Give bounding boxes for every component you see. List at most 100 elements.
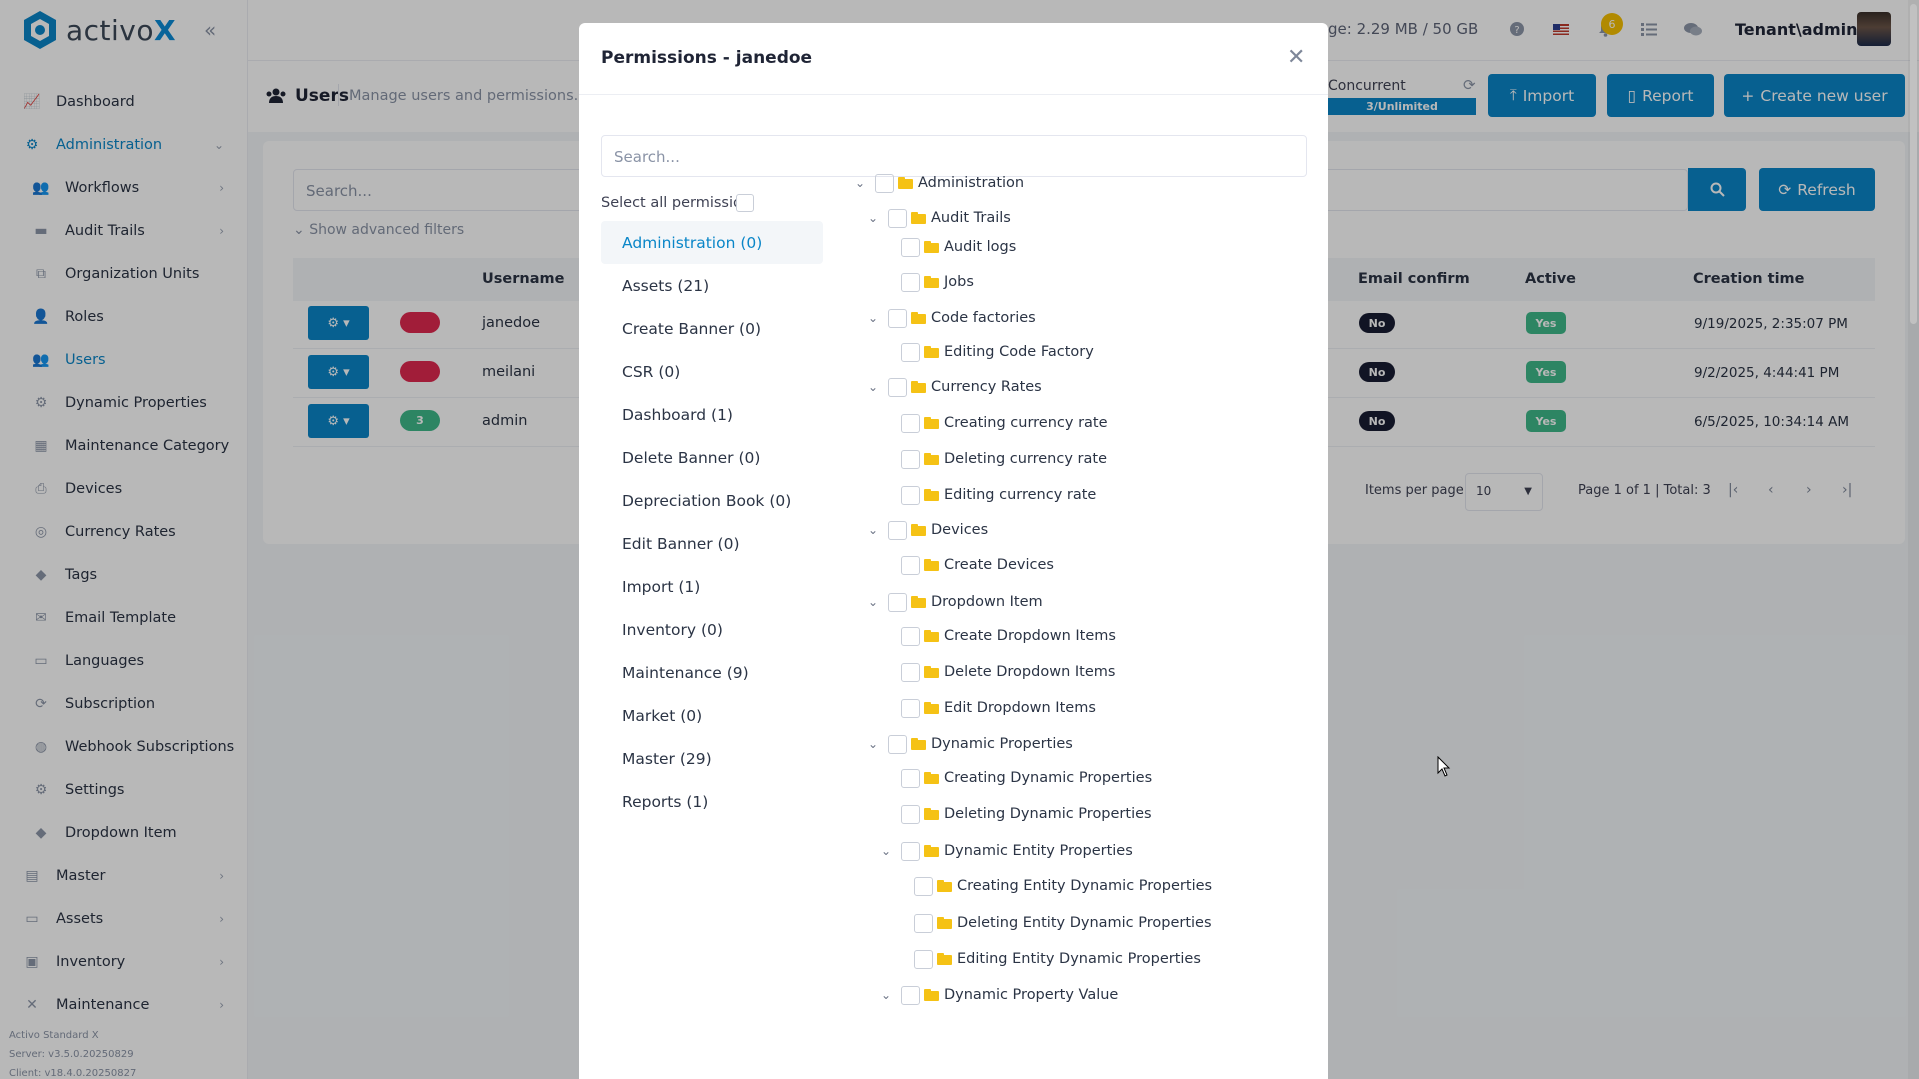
permission-checkbox[interactable] [901, 841, 920, 861]
folder-icon [911, 738, 926, 750]
permission-category-item[interactable]: Assets (21) [601, 264, 823, 307]
chevron-down-icon[interactable]: ⌄ [866, 523, 880, 537]
permission-tree-node[interactable]: ⌄ Dynamic Properties [866, 732, 1073, 756]
permission-checkbox[interactable] [875, 173, 894, 193]
permission-tree-node[interactable]: ⌄Creating Entity Dynamic Properties [892, 874, 1212, 898]
chevron-down-icon[interactable]: ⌄ [853, 176, 867, 190]
permission-tree-node[interactable]: ⌄Audit logs [879, 235, 1016, 259]
permission-checkbox[interactable] [901, 449, 920, 469]
permission-tree-node[interactable]: ⌄Edit Dropdown Items [879, 696, 1096, 720]
permission-checkbox[interactable] [888, 308, 907, 328]
permission-tree-node[interactable]: ⌄Deleting Dynamic Properties [879, 802, 1152, 826]
permission-checkbox[interactable] [888, 734, 907, 754]
permission-tree-node[interactable]: ⌄ Audit Trails [866, 206, 1011, 230]
chevron-down-icon[interactable]: ⌄ [866, 311, 880, 325]
folder-icon [924, 666, 939, 678]
select-all-checkbox[interactable] [736, 194, 754, 212]
permission-tree-node[interactable]: ⌄ Administration [853, 171, 1024, 195]
permission-tree-node[interactable]: ⌄Editing Code Factory [879, 340, 1094, 364]
permission-tree-node[interactable]: ⌄ Dynamic Property Value [879, 983, 1118, 1007]
folder-icon [911, 212, 926, 224]
chevron-down-icon[interactable]: ⌄ [866, 595, 880, 609]
permission-tree-node[interactable]: ⌄ Devices [866, 518, 988, 542]
permission-tree-node[interactable]: ⌄Creating currency rate [879, 411, 1108, 435]
permission-label: Devices [931, 522, 989, 538]
folder-icon [898, 177, 913, 189]
permission-tree-node[interactable]: ⌄ Dropdown Item [866, 590, 1043, 614]
permission-checkbox[interactable] [901, 272, 920, 292]
permission-checkbox[interactable] [901, 485, 920, 505]
permission-category-item[interactable]: Import (1) [601, 565, 823, 608]
folder-icon [924, 772, 939, 784]
permission-category-item[interactable]: Dashboard (1) [601, 393, 823, 436]
permission-label: Administration [918, 175, 1025, 191]
permission-category-item[interactable]: Master (29) [601, 737, 823, 780]
permission-tree-node[interactable]: ⌄Creating Dynamic Properties [879, 766, 1152, 790]
permission-checkbox[interactable] [901, 698, 920, 718]
permission-tree-node[interactable]: ⌄Jobs [879, 270, 974, 294]
chevron-down-icon[interactable]: ⌄ [866, 211, 880, 225]
permission-label: Create Dropdown Items [944, 628, 1116, 644]
permission-category-item[interactable]: Reports (1) [601, 780, 823, 823]
permission-category-item[interactable]: Maintenance (9) [601, 651, 823, 694]
permission-tree-node[interactable]: ⌄Create Devices [879, 553, 1054, 577]
permission-label: Currency Rates [931, 379, 1042, 395]
folder-icon [924, 346, 939, 358]
permission-tree-node[interactable]: ⌄Deleting currency rate [879, 447, 1107, 471]
permission-label: Jobs [944, 274, 974, 290]
folder-icon [924, 808, 939, 820]
permission-checkbox[interactable] [901, 626, 920, 646]
permission-checkbox[interactable] [914, 913, 933, 933]
permission-checkbox[interactable] [888, 592, 907, 612]
permission-checkbox[interactable] [901, 768, 920, 788]
modal-title: Permissions - janedoe [601, 48, 813, 68]
folder-icon [911, 312, 926, 324]
permission-tree-node[interactable]: ⌄ Dynamic Entity Properties [879, 839, 1133, 863]
permission-category-item[interactable]: Depreciation Book (0) [601, 479, 823, 522]
permission-category-item[interactable]: Administration (0) [601, 221, 823, 264]
chevron-down-icon[interactable]: ⌄ [866, 737, 880, 751]
permission-category-item[interactable]: Create Banner (0) [601, 307, 823, 350]
folder-icon [924, 241, 939, 253]
permission-label: Creating Entity Dynamic Properties [957, 878, 1213, 894]
folder-icon [924, 702, 939, 714]
permission-category-item[interactable]: CSR (0) [601, 350, 823, 393]
permission-checkbox[interactable] [901, 342, 920, 362]
close-icon[interactable]: ✕ [1287, 45, 1305, 70]
permission-tree-node[interactable]: ⌄Deleting Entity Dynamic Properties [892, 911, 1212, 935]
permission-checkbox[interactable] [914, 949, 933, 969]
permission-label: Creating currency rate [944, 415, 1108, 431]
permission-checkbox[interactable] [901, 413, 920, 433]
permission-tree-node[interactable]: ⌄Editing Entity Dynamic Properties [892, 947, 1201, 971]
permission-checkbox[interactable] [901, 237, 920, 257]
permission-checkbox[interactable] [901, 662, 920, 682]
folder-icon [937, 917, 952, 929]
chevron-down-icon[interactable]: ⌄ [879, 988, 893, 1002]
permission-label: Edit Dropdown Items [944, 700, 1096, 716]
folder-icon [937, 880, 952, 892]
permission-tree-node[interactable]: ⌄ Code factories [866, 306, 1036, 330]
permission-label: Editing Code Factory [944, 344, 1094, 360]
permission-category-item[interactable]: Delete Banner (0) [601, 436, 823, 479]
permission-category-item[interactable]: Inventory (0) [601, 608, 823, 651]
permission-label: Dynamic Properties [931, 736, 1073, 752]
permission-tree-node[interactable]: ⌄Create Dropdown Items [879, 624, 1116, 648]
permission-checkbox[interactable] [914, 876, 933, 896]
chevron-down-icon[interactable]: ⌄ [866, 380, 880, 394]
permission-tree-node[interactable]: ⌄Editing currency rate [879, 483, 1096, 507]
permission-checkbox[interactable] [901, 804, 920, 824]
permission-checkbox[interactable] [888, 377, 907, 397]
permission-category-item[interactable]: Market (0) [601, 694, 823, 737]
permission-checkbox[interactable] [888, 208, 907, 228]
permission-checkbox[interactable] [901, 985, 920, 1005]
page-scrollbar-thumb[interactable] [1910, 4, 1917, 324]
permission-checkbox[interactable] [901, 555, 920, 575]
permission-tree-node[interactable]: ⌄Delete Dropdown Items [879, 660, 1115, 684]
permission-category-item[interactable]: Edit Banner (0) [601, 522, 823, 565]
folder-icon [911, 596, 926, 608]
permission-label: Delete Dropdown Items [944, 664, 1116, 680]
permission-label: Editing Entity Dynamic Properties [957, 951, 1201, 967]
chevron-down-icon[interactable]: ⌄ [879, 844, 893, 858]
permission-tree-node[interactable]: ⌄ Currency Rates [866, 375, 1042, 399]
permission-checkbox[interactable] [888, 520, 907, 540]
